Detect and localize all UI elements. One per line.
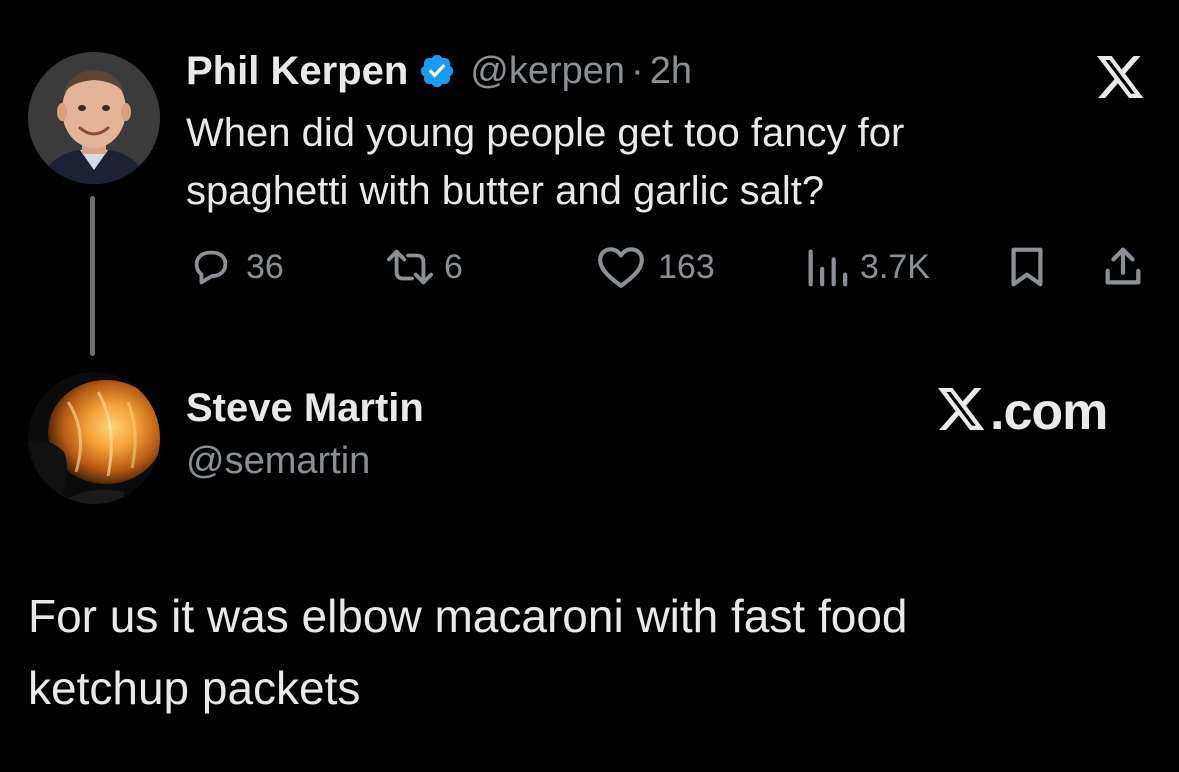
like-button[interactable]: 163 [596, 242, 715, 292]
x-logo-icon [938, 387, 986, 438]
reply-text-line: ketchup packets [28, 662, 361, 714]
avatar-photo [28, 372, 160, 504]
reply-bubble-icon [188, 244, 234, 290]
repost-count: 6 [444, 247, 463, 286]
tweet-text: When did young people get too fancy for … [186, 104, 1086, 220]
reply-button[interactable]: 36 [188, 242, 284, 292]
bookmark-icon [1006, 244, 1048, 290]
tweet-text-line: When did young people get too fancy for [186, 111, 905, 155]
repost-icon [384, 244, 436, 290]
tweet-timestamp[interactable]: 2h [650, 50, 692, 93]
tweet-header: Phil Kerpen @kerpen · 2h [186, 46, 692, 96]
reply-text: For us it was elbow macaroni with fast f… [28, 580, 1128, 724]
reply-author-display-name[interactable]: Steve Martin [186, 386, 424, 431]
author-display-name[interactable]: Phil Kerpen [186, 49, 408, 94]
avatar-phil-kerpen[interactable] [28, 52, 160, 184]
views-bar-icon [804, 244, 848, 290]
repost-button[interactable]: 6 [384, 242, 463, 292]
reply-count: 36 [246, 247, 284, 286]
avatar-photo [28, 52, 160, 184]
x-logo-icon [1096, 56, 1146, 100]
share-button[interactable] [1100, 242, 1146, 292]
tweet-text-line: spaghetti with butter and garlic salt? [186, 169, 825, 213]
thread-connector-line [90, 196, 95, 356]
x-com-watermark: .com [938, 382, 1108, 442]
verified-badge-icon [418, 52, 456, 90]
heart-icon [596, 244, 646, 290]
header-separator: · [631, 49, 644, 92]
reply-text-line: For us it was elbow macaroni with fast f… [28, 590, 908, 642]
author-handle[interactable]: @kerpen [470, 50, 625, 93]
reply-author-handle[interactable]: @semartin [186, 440, 370, 483]
like-count: 163 [658, 247, 715, 286]
avatar-steve-martin[interactable] [28, 372, 160, 504]
views-count: 3.7K [860, 247, 930, 286]
share-icon [1100, 244, 1146, 290]
watermark-domain: .com [990, 383, 1108, 441]
bookmark-button[interactable] [1006, 242, 1048, 292]
views-button[interactable]: 3.7K [804, 242, 930, 292]
